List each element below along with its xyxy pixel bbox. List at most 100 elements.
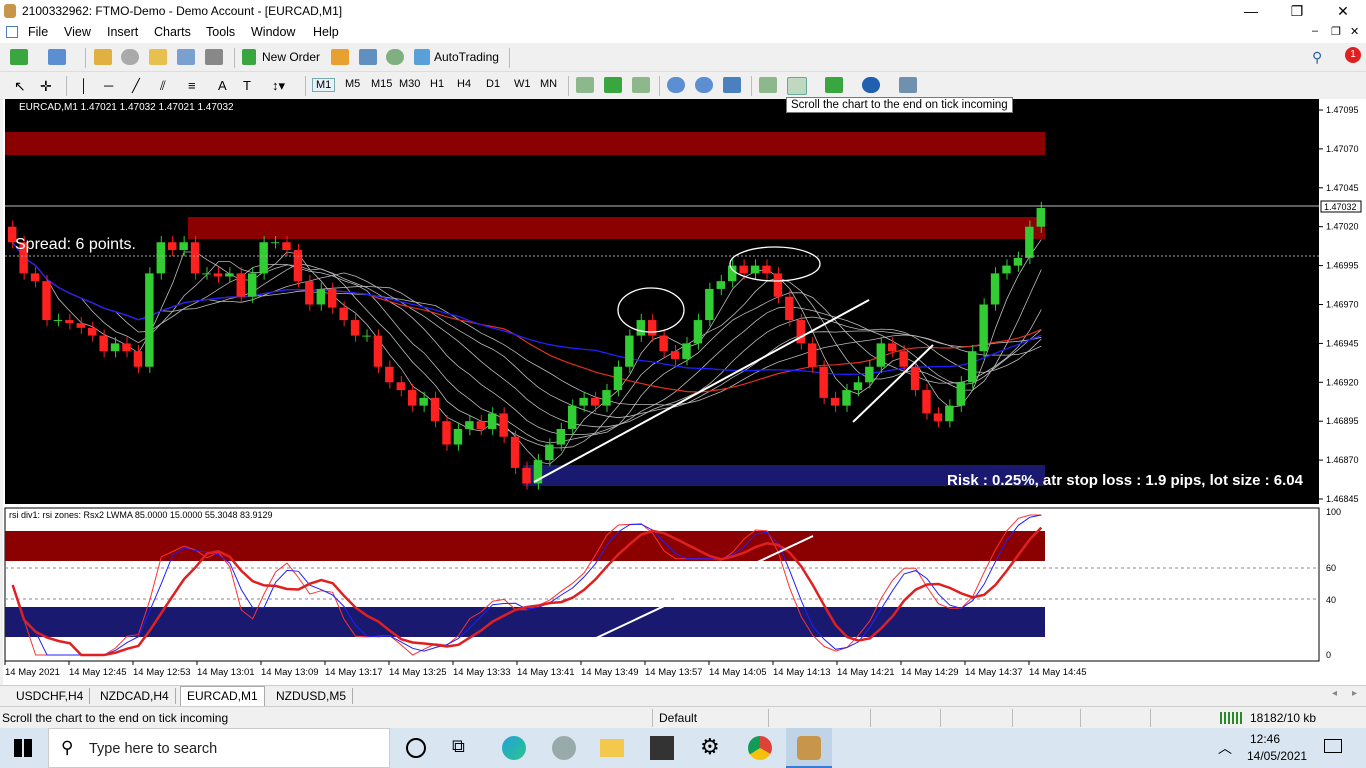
store-icon[interactable]	[650, 736, 674, 760]
zoom-in-icon[interactable]	[667, 77, 685, 93]
edge-icon[interactable]	[502, 736, 526, 760]
menu-file[interactable]: File	[28, 25, 48, 39]
line-chart-icon[interactable]	[632, 77, 650, 93]
status-bar: Scroll the chart to the end on tick inco…	[0, 706, 1366, 729]
fibonacci-icon[interactable]: ≡	[188, 78, 196, 93]
indicator-pane[interactable]	[4, 507, 1320, 662]
menu-insert[interactable]: Insert	[107, 25, 138, 39]
vertical-line-icon[interactable]: │	[80, 78, 88, 93]
file-explorer-icon[interactable]	[600, 739, 624, 757]
cortana-icon[interactable]	[406, 738, 426, 758]
notifications-icon[interactable]: 1	[1345, 47, 1361, 63]
channel-icon[interactable]: ⫽	[160, 78, 166, 94]
terminal-icon[interactable]	[177, 49, 195, 65]
crosshair-icon[interactable]: ✛	[40, 78, 52, 95]
menu-charts[interactable]: Charts	[154, 25, 191, 39]
text-icon[interactable]: A	[218, 78, 227, 93]
timeframe-d1[interactable]: D1	[486, 78, 500, 90]
timeframe-m1[interactable]: M1	[312, 78, 336, 92]
timeframe-h1[interactable]: H1	[430, 78, 444, 90]
navigator-icon[interactable]	[149, 49, 167, 65]
new-order-button[interactable]: New Order	[262, 50, 320, 64]
time-tick: 14 May 13:09	[261, 667, 319, 678]
search-input[interactable]: Type here to search	[89, 741, 217, 757]
timeframe-m30[interactable]: M30	[399, 78, 420, 90]
candlestick-icon[interactable]	[604, 77, 622, 93]
metaeditor-icon[interactable]	[331, 49, 349, 65]
candle	[990, 273, 1000, 305]
signals-icon[interactable]	[386, 49, 404, 65]
timeframe-m5[interactable]: M5	[345, 78, 360, 90]
candle	[705, 288, 714, 321]
time-tick: 14 May 13:17	[325, 667, 383, 678]
search-icon[interactable]: ⚲	[1312, 49, 1322, 66]
cursor-icon[interactable]: ↖	[14, 78, 26, 95]
tab-scroll-left-icon[interactable]: ◂	[1332, 688, 1337, 699]
indicators-icon[interactable]	[825, 77, 843, 93]
timeframe-h4[interactable]: H4	[457, 78, 471, 90]
data-window-icon[interactable]	[121, 49, 139, 65]
chart-window[interactable]: EURCAD,M1 1.47021 1.47032 1.47021 1.4703…	[3, 97, 1366, 685]
tab-usdchf-h4[interactable]: USDCHF,H4	[10, 688, 91, 704]
resistance-zone-top[interactable]	[5, 132, 1045, 155]
chart-canvas[interactable]: EURCAD,M1 1.47021 1.47032 1.47021 1.4703…	[3, 99, 1366, 685]
price-tick: 1.47095	[1326, 105, 1359, 115]
settings-icon[interactable]: ⚙	[700, 734, 724, 759]
mdi-restore-icon[interactable]: ❐	[1331, 25, 1341, 38]
market-watch-icon[interactable]	[94, 49, 112, 65]
chrome-icon[interactable]	[748, 736, 772, 760]
text-label-icon[interactable]: T	[243, 78, 251, 93]
timeframe-w1[interactable]: W1	[514, 78, 531, 90]
tab-nzdcad-h4[interactable]: NZDCAD,H4	[94, 688, 176, 704]
clock-time[interactable]: 12:46	[1250, 732, 1280, 746]
mdi-close-icon[interactable]: ✕	[1350, 25, 1359, 38]
close-button[interactable]: ✕	[1320, 0, 1366, 23]
templates-icon[interactable]	[899, 77, 917, 93]
candle	[488, 413, 497, 429]
taskbar-search[interactable]: ⚲ Type here to search	[48, 728, 390, 768]
clock-date[interactable]: 14/05/2021	[1247, 749, 1307, 763]
tab-eurcad-m1[interactable]: EURCAD,M1	[180, 686, 265, 706]
candle	[739, 265, 748, 274]
experts-icon[interactable]	[359, 49, 377, 65]
timeframe-m15[interactable]: M15	[371, 78, 392, 90]
mdi-minimize-icon[interactable]: –	[1312, 25, 1318, 37]
menu-view[interactable]: View	[64, 25, 91, 39]
bar-chart-icon[interactable]	[576, 77, 594, 93]
chart-tabs: USDCHF,H4 NZDCAD,H4 EURCAD,M1 NZDUSD,M5 …	[0, 685, 1366, 706]
maximize-button[interactable]: ❐	[1274, 0, 1320, 23]
minimize-button[interactable]: —	[1228, 0, 1274, 23]
resistance-zone[interactable]	[188, 217, 1045, 239]
autotrading-button[interactable]: AutoTrading	[434, 50, 499, 64]
candle	[808, 343, 817, 367]
candle	[979, 304, 988, 352]
time-tick: 14 May 14:37	[965, 667, 1023, 678]
profiles-icon[interactable]	[48, 49, 66, 65]
spread-label: Spread: 6 points.	[15, 236, 136, 253]
tile-windows-icon[interactable]	[723, 77, 741, 93]
periods-icon[interactable]	[862, 77, 880, 93]
media-icon[interactable]	[552, 736, 576, 760]
zoom-out-icon[interactable]	[695, 77, 713, 93]
menu-window[interactable]: Window	[251, 25, 295, 39]
chart-shift-icon[interactable]	[759, 77, 777, 93]
tray-chevron-icon[interactable]: ︿	[1218, 738, 1232, 758]
menu-help[interactable]: Help	[313, 25, 339, 39]
trendline-icon[interactable]: ╱	[132, 78, 140, 94]
arrows-icon[interactable]: ↕▾	[272, 78, 285, 94]
new-chart-icon[interactable]	[10, 49, 28, 65]
candle	[1013, 257, 1023, 266]
menu-tools[interactable]: Tools	[206, 25, 235, 39]
menu-bar: File View Insert Charts Tools Window Hel…	[0, 23, 1366, 43]
tab-scroll-right-icon[interactable]: ▸	[1352, 688, 1357, 699]
tester-icon[interactable]	[205, 49, 223, 65]
task-view-icon[interactable]: ⧉	[452, 736, 476, 760]
timeframe-mn[interactable]: MN	[540, 78, 557, 90]
windows-start-icon[interactable]	[14, 739, 32, 757]
horizontal-line-icon[interactable]: ─	[104, 78, 113, 93]
tab-nzdusd-m5[interactable]: NZDUSD,M5	[270, 688, 354, 704]
time-tick: 14 May 14:29	[901, 667, 959, 678]
autoscroll-icon[interactable]	[787, 77, 807, 95]
action-center-icon[interactable]	[1324, 739, 1342, 753]
main-pane[interactable]	[5, 99, 1319, 504]
